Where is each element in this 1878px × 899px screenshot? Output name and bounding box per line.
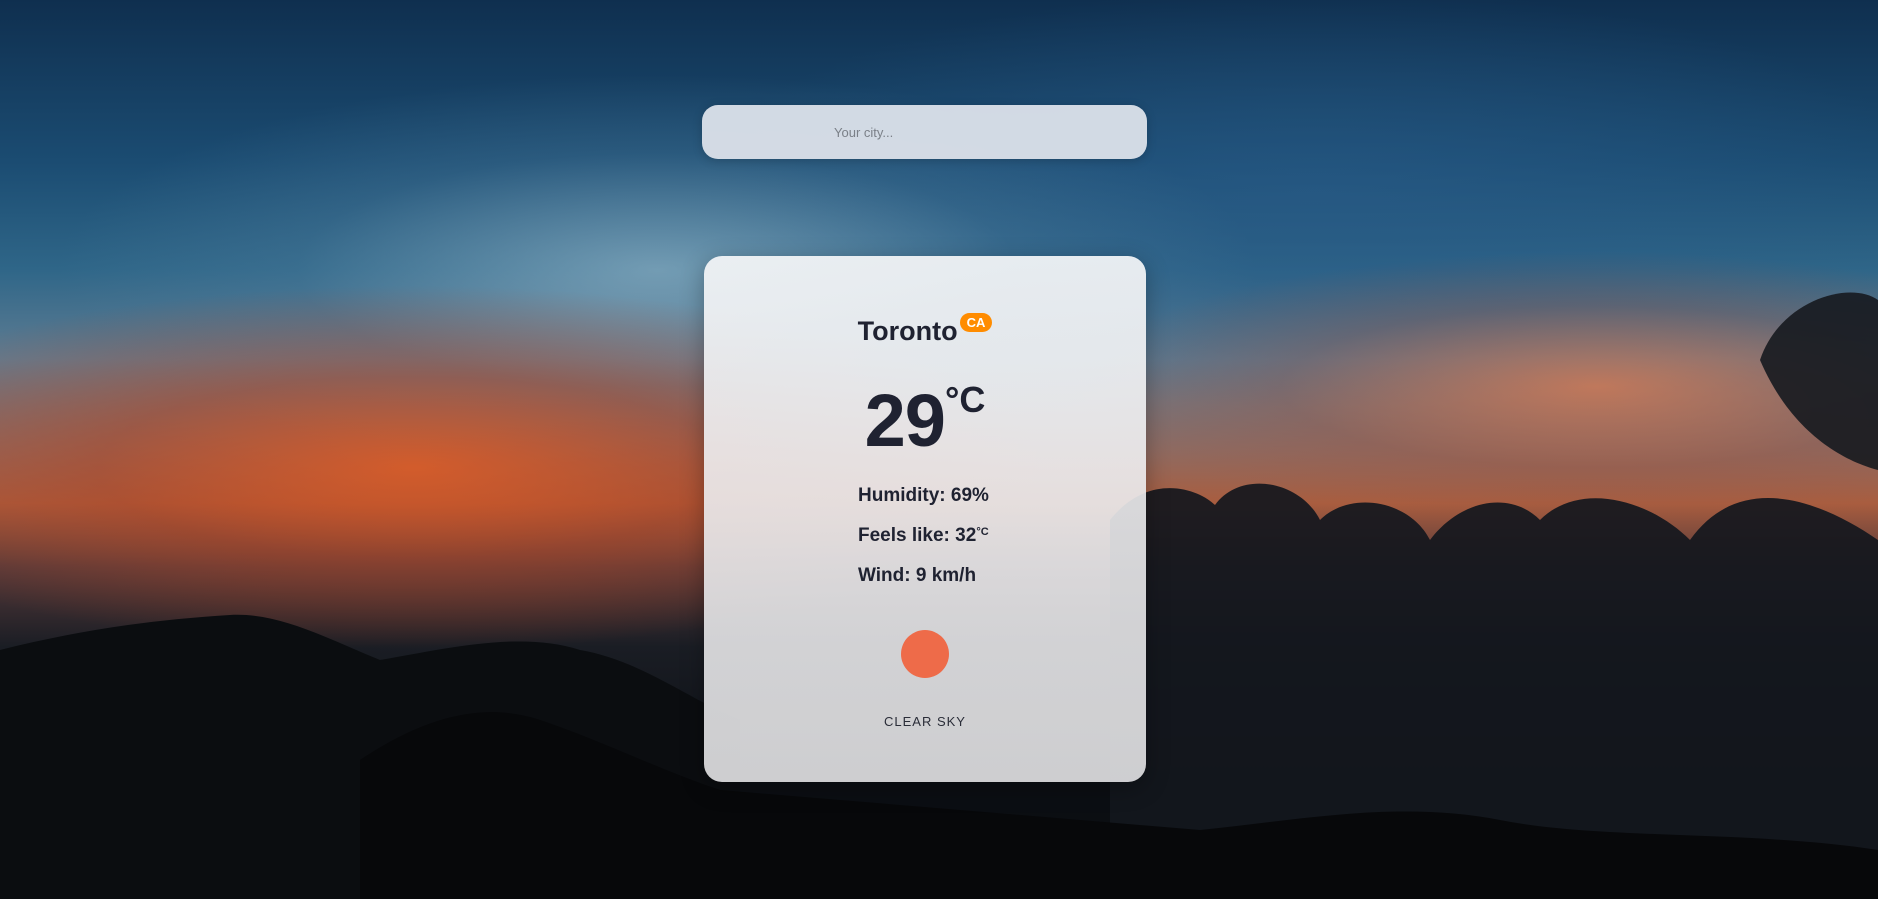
sun-icon (901, 630, 949, 678)
weather-details: Humidity: 69% Feels like: 32°C Wind: 9 k… (858, 476, 989, 596)
wind-label: Wind: (858, 565, 911, 586)
country-badge: CA (959, 313, 993, 332)
cloud-bank (1110, 483, 1878, 899)
wind-line: Wind: 9 km/h (858, 556, 989, 596)
humidity-label: Humidity: (858, 485, 946, 506)
city-header: Toronto CA (704, 313, 1146, 347)
feels-like-label: Feels like: (858, 525, 950, 546)
feels-like-value: 32 (955, 525, 977, 546)
humidity-line: Humidity: 69% (858, 476, 989, 516)
weather-card: Toronto CA 29°C Humidity: 69% Feels like:… (704, 256, 1146, 782)
temperature-display: 29°C (704, 378, 1146, 463)
feels-like-unit: °C (976, 526, 989, 538)
weather-description: CLEAR SKY (884, 714, 966, 729)
city-search-input[interactable] (834, 105, 1124, 159)
mountain-left (0, 614, 740, 899)
humidity-value: 69% (950, 485, 989, 506)
search-box[interactable] (702, 105, 1147, 159)
wind-value: 9 km/h (915, 565, 977, 586)
feels-like-line: Feels like: 32°C (858, 516, 989, 556)
temperature-value: 29 (864, 379, 946, 462)
temperature-unit: °C (944, 379, 986, 420)
dark-cloud-right (1760, 292, 1878, 470)
city-name: Toronto (857, 316, 958, 346)
